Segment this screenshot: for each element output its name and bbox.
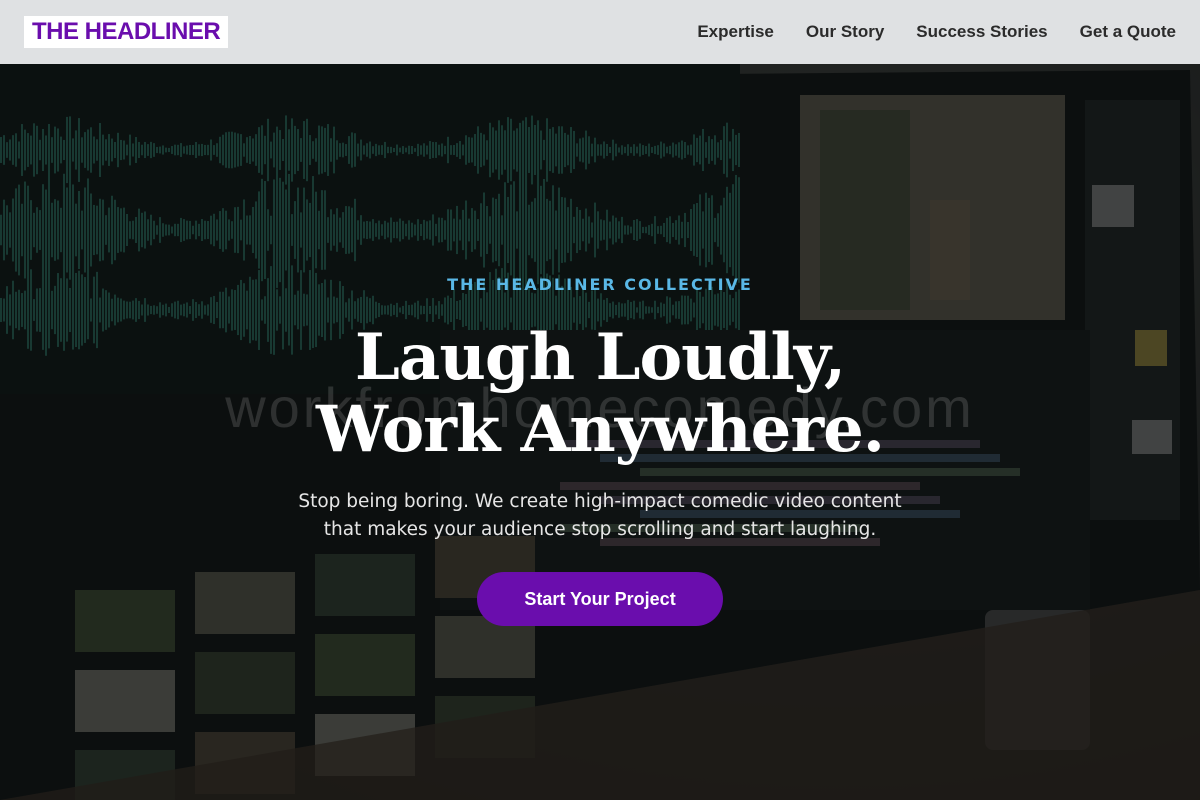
main-nav: Expertise Our Story Success Stories Get …	[697, 22, 1176, 42]
top-navbar: THE HEADLINER Expertise Our Story Succes…	[0, 0, 1200, 64]
hero-eyebrow: THE HEADLINER COLLECTIVE	[447, 275, 753, 294]
nav-link-success-stories[interactable]: Success Stories	[916, 22, 1047, 42]
hero-subtext: Stop being boring. We create high-impact…	[0, 488, 1200, 544]
nav-link-get-a-quote[interactable]: Get a Quote	[1080, 22, 1176, 42]
headline-line-2: Work Anywhere.	[315, 392, 885, 467]
nav-link-our-story[interactable]: Our Story	[806, 22, 884, 42]
nav-link-expertise[interactable]: Expertise	[697, 22, 774, 42]
site-logo[interactable]: THE HEADLINER	[24, 16, 229, 48]
hero-section: THE HEADLINER COLLECTIVE Laugh Loudly, W…	[0, 270, 1200, 626]
headline-line-1: Laugh Loudly,	[354, 320, 846, 395]
subtext-line-1: Stop being boring. We create high-impact…	[298, 491, 902, 512]
subtext-line-2: that makes your audience stop scrolling …	[323, 519, 877, 540]
hero-headline: Laugh Loudly, Work Anywhere.	[0, 322, 1200, 466]
start-project-button[interactable]: Start Your Project	[477, 572, 723, 626]
